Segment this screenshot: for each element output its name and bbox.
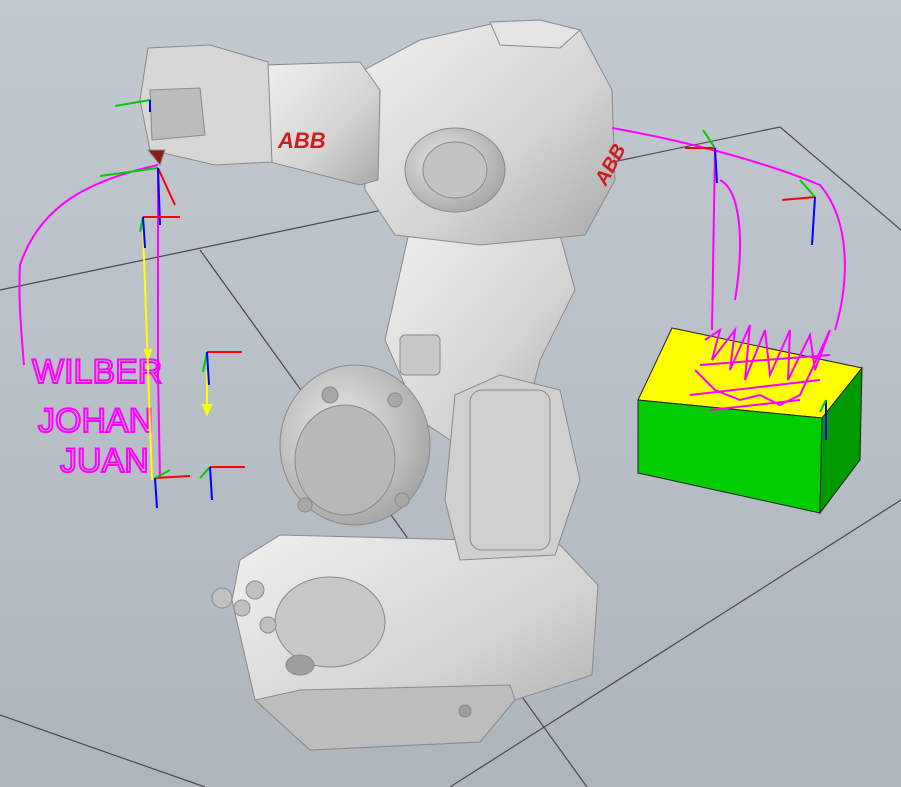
scene-canvas[interactable]: ABB ABB WILBER JOHAN JUAN xyxy=(0,0,901,787)
handwriting-wilber: WILBER xyxy=(32,353,162,391)
robotstudio-3d-viewport[interactable]: ABB ABB WILBER JOHAN JUAN xyxy=(0,0,901,787)
handwriting-juan: JUAN xyxy=(60,442,149,480)
robot-upper-arm xyxy=(359,19,616,246)
handwriting-johan: JOHAN xyxy=(38,402,153,440)
abb-logo-forearm: ABB xyxy=(277,128,326,153)
